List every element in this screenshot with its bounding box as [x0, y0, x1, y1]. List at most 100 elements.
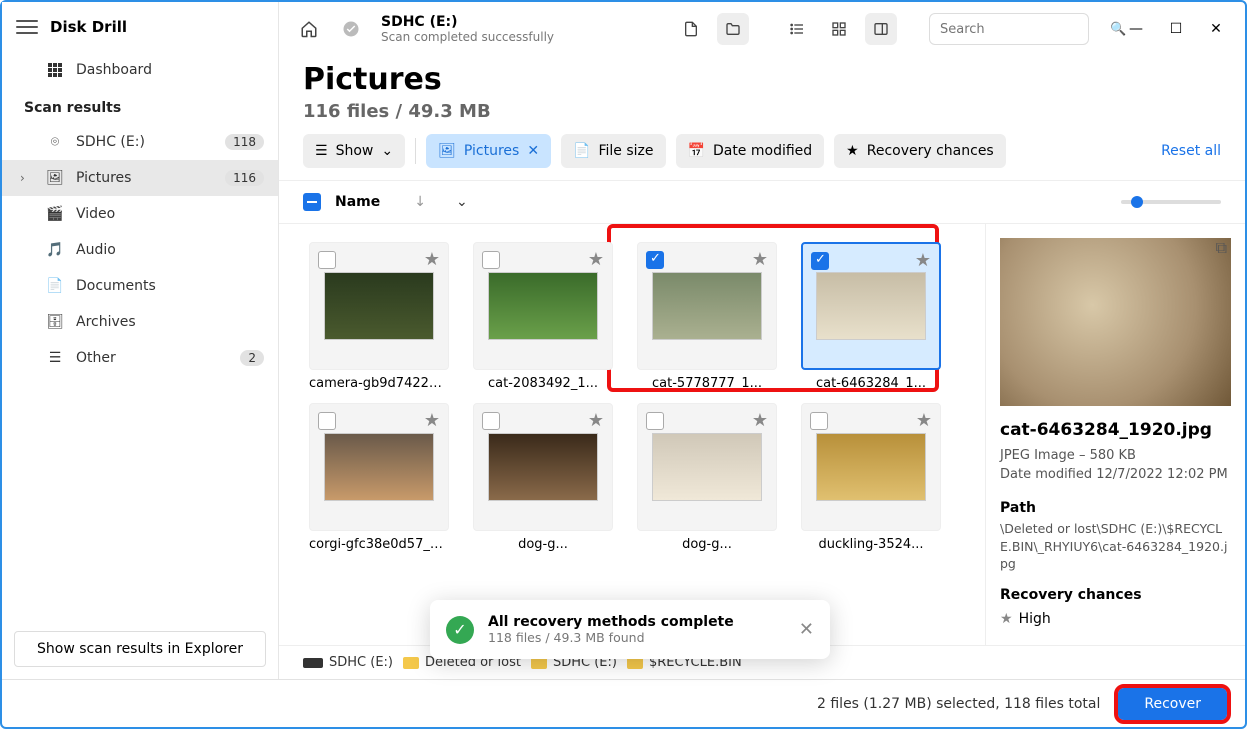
favorite-icon[interactable]: ★: [916, 410, 932, 431]
file-item[interactable]: ★ dog-g...: [467, 403, 619, 552]
favorite-icon[interactable]: ★: [752, 249, 768, 270]
recover-button[interactable]: Recover: [1118, 688, 1227, 720]
panel-view-icon[interactable]: [865, 13, 897, 45]
sidebar-item-dashboard[interactable]: Dashboard: [2, 52, 278, 88]
remove-filter-icon[interactable]: ✕: [527, 143, 539, 159]
date-filter[interactable]: 📅Date modified: [676, 134, 825, 168]
show-filter[interactable]: ☰Show⌄: [303, 134, 405, 168]
main: SDHC (E:) Scan completed successfully 🔍 …: [279, 2, 1245, 679]
preview-image: [1000, 238, 1231, 406]
favorite-icon[interactable]: ★: [588, 249, 604, 270]
file-item[interactable]: ★cat-2083492_1...: [467, 242, 619, 391]
file-icon[interactable]: [675, 13, 707, 45]
file-item[interactable]: ★corgi-gfc38e0d57_1...: [303, 403, 455, 552]
path-heading: Path: [1000, 500, 1231, 516]
folder-icon[interactable]: [717, 13, 749, 45]
grid-view-icon[interactable]: [823, 13, 855, 45]
file-caption: cat-5778777_1...: [637, 376, 777, 391]
popout-icon[interactable]: ⧉: [1216, 238, 1227, 258]
pictures-filter[interactable]: 🖼Pictures✕: [426, 134, 551, 168]
sidebar-item-label: Documents: [76, 278, 156, 294]
favorite-icon[interactable]: ★: [752, 410, 768, 431]
file-icon: 📄: [573, 143, 590, 159]
checkbox[interactable]: [810, 412, 828, 430]
recovery-filter[interactable]: ★Recovery chances: [834, 134, 1006, 168]
search-field[interactable]: [940, 22, 1110, 37]
favorite-icon[interactable]: ★: [424, 249, 440, 270]
success-icon: ✓: [446, 616, 474, 644]
list-view-icon[interactable]: [781, 13, 813, 45]
sort-arrow-icon[interactable]: ↓: [414, 194, 426, 210]
category-icon: 🖼: [46, 169, 64, 187]
checkbox[interactable]: [318, 412, 336, 430]
thumbnail: [652, 433, 762, 501]
sidebar-item-label: Archives: [76, 314, 136, 330]
toast-title: All recovery methods complete: [488, 614, 785, 630]
page-subtitle: 116 files / 49.3 MB: [303, 101, 1221, 122]
sidebar-item-audio[interactable]: 🎵Audio: [2, 232, 278, 268]
thumbnail: [324, 272, 434, 340]
page-title: Pictures: [303, 62, 1221, 97]
zoom-slider[interactable]: [1121, 200, 1221, 204]
thumbnail: [816, 272, 926, 340]
checkbox[interactable]: [646, 251, 664, 269]
reset-all-link[interactable]: Reset all: [1161, 143, 1221, 159]
thumbnail: [324, 433, 434, 501]
sidebar-item-documents[interactable]: 📄Documents: [2, 268, 278, 304]
sidebar-item-pictures[interactable]: ›🖼Pictures116: [2, 160, 278, 196]
search-input[interactable]: 🔍: [929, 13, 1089, 45]
checkbox[interactable]: [646, 412, 664, 430]
preview-filename: cat-6463284_1920.jpg: [1000, 420, 1231, 440]
file-caption: dog-g...: [473, 537, 613, 552]
sidebar-item-video[interactable]: 🎬Video: [2, 196, 278, 232]
filesize-filter[interactable]: 📄File size: [561, 134, 665, 168]
thumbnail-grid: ★ camera-gb9d7422e2_1... ★cat-2083492_1...…: [279, 224, 985, 645]
selection-status: 2 files (1.27 MB) selected, 118 files to…: [817, 696, 1100, 712]
checkbox[interactable]: [482, 412, 500, 430]
sidebar-item-label: Video: [76, 206, 115, 222]
app-title: Disk Drill: [50, 18, 127, 36]
scan-results-heading: Scan results: [2, 88, 278, 124]
toast-close-icon[interactable]: ✕: [799, 619, 814, 640]
file-item[interactable]: ★ camera-gb9d7422e2_1...: [303, 242, 455, 391]
sidebar-item-other[interactable]: ☰Other2: [2, 340, 278, 376]
favorite-icon[interactable]: ★: [915, 250, 931, 271]
minimize-icon[interactable]: —: [1121, 14, 1151, 44]
show-in-explorer-button[interactable]: Show scan results in Explorer: [14, 631, 266, 667]
preview-modified: Date modified 12/7/2022 12:02 PM: [1000, 467, 1231, 482]
preview-chances: High: [1019, 611, 1051, 627]
thumbnail: [816, 433, 926, 501]
category-icon: ☰: [46, 349, 64, 367]
file-item[interactable]: ★dog-g...: [631, 403, 783, 552]
crumb-drive[interactable]: SDHC (E:): [303, 655, 393, 670]
sidebar-item-sdhc-e-[interactable]: ⌾SDHC (E:)118: [2, 124, 278, 160]
checkbox[interactable]: [811, 252, 829, 270]
menu-icon[interactable]: [16, 16, 38, 38]
expand-caret-icon[interactable]: ⌄: [456, 194, 468, 210]
file-item[interactable]: ★ duckling-3524...: [795, 403, 947, 552]
count-badge: 118: [225, 134, 264, 150]
select-indicator[interactable]: [303, 193, 321, 211]
column-name[interactable]: Name: [335, 194, 380, 210]
file-caption: camera-gb9d7422e2_1...: [309, 376, 449, 391]
toast-sub: 118 files / 49.3 MB found: [488, 630, 785, 645]
favorite-icon[interactable]: ★: [424, 410, 440, 431]
footer: 2 files (1.27 MB) selected, 118 files to…: [2, 679, 1245, 727]
file-caption: duckling-3524...: [801, 537, 941, 552]
calendar-icon: 📅: [688, 143, 705, 159]
thumbnail: [488, 272, 598, 340]
chevron-right-icon: ›: [20, 171, 25, 185]
file-caption: cat-6463284_1...: [801, 376, 941, 391]
maximize-icon[interactable]: ☐: [1161, 14, 1191, 44]
close-icon[interactable]: ✕: [1201, 14, 1231, 44]
file-item[interactable]: ★ cat-5778777_1...: [631, 242, 783, 391]
sidebar-item-label: Audio: [76, 242, 116, 258]
thumbnail: [488, 433, 598, 501]
sidebar-item-archives[interactable]: 🗄Archives: [2, 304, 278, 340]
favorite-icon[interactable]: ★: [588, 410, 604, 431]
drive-status: Scan completed successfully: [381, 30, 554, 44]
checkbox[interactable]: [482, 251, 500, 269]
home-icon[interactable]: [293, 13, 325, 45]
checkbox[interactable]: [318, 251, 336, 269]
file-item[interactable]: ★ cat-6463284_1...: [795, 242, 947, 391]
